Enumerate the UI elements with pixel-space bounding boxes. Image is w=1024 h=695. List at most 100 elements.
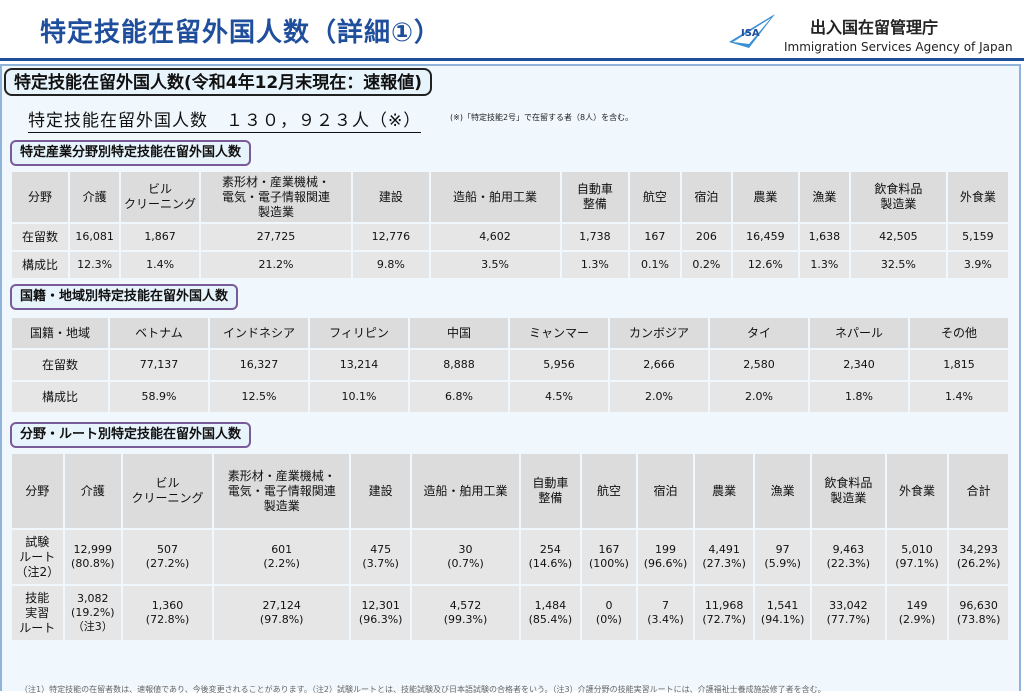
table-cell: 12,776: [353, 224, 429, 250]
route-table: 分野 介護 ビル クリーニング 素形材・産業機械・ 電気・電子情報関連 製造業 …: [10, 452, 1010, 642]
table-cell: 58.9%: [110, 382, 208, 412]
column-header: 合計: [949, 454, 1008, 528]
column-header: 造船・舶用工業: [411, 454, 520, 528]
column-header: 素形材・産業機械・ 電気・電子情報関連 製造業: [214, 454, 350, 528]
row-label: 試験 ルート （注2）: [12, 530, 63, 584]
table-cell: 5,010 (97.1%): [886, 530, 948, 584]
table-cell: 7 (3.4%): [638, 586, 693, 640]
column-header: ビル クリーニング: [121, 172, 199, 222]
table-cell: 199 (96.6%): [638, 530, 693, 584]
table-cell: 475 (3.7%): [351, 530, 410, 584]
column-header: 中国: [410, 318, 508, 348]
column-header: 飲食料品 製造業: [851, 172, 946, 222]
table-header-row: 分野 介護 ビル クリーニング 素形材・産業機械・ 電気・電子情報関連 製造業 …: [12, 454, 1008, 528]
svg-text:ISA: ISA: [741, 28, 760, 39]
table-cell: 16,327: [210, 350, 308, 380]
table-cell: 42,505: [851, 224, 946, 250]
table-cell: 33,042 (77.7%): [811, 586, 885, 640]
table-cell: 4,602: [430, 224, 560, 250]
table-cell: 6.8%: [410, 382, 508, 412]
footer-note: （注1）特定技能の在留者数は、速報値であり、今後変更されることがあります。（注2…: [20, 685, 826, 694]
column-header: インドネシア: [210, 318, 308, 348]
table-cell: 13,214: [310, 350, 408, 380]
table-cell: 96,630 (73.8%): [949, 586, 1008, 640]
column-header: 外食業: [947, 172, 1008, 222]
table-cell: 206: [681, 224, 732, 250]
column-header: フィリピン: [310, 318, 408, 348]
table-cell: 1.8%: [810, 382, 908, 412]
column-header: ベトナム: [110, 318, 208, 348]
table-cell: 2.0%: [710, 382, 808, 412]
table-cell: 21.2%: [200, 252, 352, 278]
agency-name-jp: 出入国在留管理庁: [810, 18, 939, 37]
table-row: 試験 ルート （注2） 12,999 (80.8%) 507 (27.2%) 6…: [12, 530, 1008, 584]
table-cell: 2,580: [710, 350, 808, 380]
table-cell: 5,159: [947, 224, 1008, 250]
table-header-row: 分野 介護 ビル クリーニング 素形材・産業機械・ 電気・電子情報関連 製造業 …: [12, 172, 1008, 222]
table-cell: 2,340: [810, 350, 908, 380]
column-header: 漁業: [755, 454, 810, 528]
table-cell: 601 (2.2%): [214, 530, 350, 584]
table-cell: 1.4%: [910, 382, 1008, 412]
table-cell: 1.3%: [799, 252, 850, 278]
table-cell: 12.3%: [69, 252, 120, 278]
column-header: ミャンマー: [510, 318, 608, 348]
table-cell: 27,124 (97.8%): [214, 586, 350, 640]
table-cell: 167: [630, 224, 680, 250]
table-cell: 507 (27.2%): [123, 530, 212, 584]
row-label: 構成比: [12, 252, 68, 278]
column-header: ネパール: [810, 318, 908, 348]
column-header: 介護: [69, 172, 120, 222]
total-count: 特定技能在留外国人数 １３０，９２３人（※）: [28, 106, 422, 133]
page-title: 特定技能在留外国人数（詳細①）: [40, 18, 442, 48]
table-cell: 16,081: [69, 224, 120, 250]
row-label: 構成比: [12, 382, 108, 412]
table-cell: 1.4%: [121, 252, 199, 278]
table-cell: 149 (2.9%): [886, 586, 948, 640]
table-cell: 3.9%: [947, 252, 1008, 278]
column-header: 飲食料品 製造業: [811, 454, 885, 528]
table-cell: 32.5%: [851, 252, 946, 278]
header-divider: [0, 58, 1024, 61]
column-header: 分野: [12, 454, 63, 528]
table-cell: 12.5%: [210, 382, 308, 412]
table-cell: 9,463 (22.3%): [811, 530, 885, 584]
table-cell: 12.6%: [733, 252, 798, 278]
panel-title: 特定技能在留外国人数(令和4年12月末現在：速報値): [4, 68, 433, 96]
column-header: 素形材・産業機械・ 電気・電子情報関連 製造業: [200, 172, 352, 222]
table-cell: 1.3%: [561, 252, 629, 278]
column-header: 外食業: [886, 454, 948, 528]
nationality-table: 国籍・地域 ベトナム インドネシア フィリピン 中国 ミャンマー カンボジア タ…: [10, 316, 1010, 414]
table-cell: 254 (14.6%): [521, 530, 580, 584]
column-header: 分野: [12, 172, 68, 222]
table-header-row: 国籍・地域 ベトナム インドネシア フィリピン 中国 ミャンマー カンボジア タ…: [12, 318, 1008, 348]
column-header: ビル クリーニング: [123, 454, 212, 528]
column-header: 国籍・地域: [12, 318, 108, 348]
section2-title: 国籍・地域別特定技能在留外国人数: [10, 284, 239, 310]
table-cell: 1,738: [561, 224, 629, 250]
table-cell: 12,999 (80.8%): [64, 530, 122, 584]
table-cell: 8,888: [410, 350, 508, 380]
table-cell: 12,301 (96.3%): [351, 586, 410, 640]
column-header: 自動車 整備: [521, 454, 580, 528]
table-cell: 10.1%: [310, 382, 408, 412]
column-header: その他: [910, 318, 1008, 348]
row-label: 技能 実習 ルート: [12, 586, 63, 640]
table-cell: 11,968 (72.7%): [694, 586, 754, 640]
table-cell: 1,541 (94.1%): [755, 586, 810, 640]
table-cell: 2,666: [610, 350, 708, 380]
table-cell: 167 (100%): [581, 530, 637, 584]
table-cell: 0 (0%): [581, 586, 637, 640]
column-header: 農業: [694, 454, 754, 528]
table-row: 構成比 58.9% 12.5% 10.1% 6.8% 4.5% 2.0% 2.0…: [12, 382, 1008, 412]
table-cell: 16,459: [733, 224, 798, 250]
table-cell: 4.5%: [510, 382, 608, 412]
column-header: カンボジア: [610, 318, 708, 348]
section3-title: 分野・ルート別特定技能在留外国人数: [10, 422, 252, 448]
table-row: 在留数 16,081 1,867 27,725 12,776 4,602 1,7…: [12, 224, 1008, 250]
table-cell: 30 (0.7%): [411, 530, 520, 584]
table-cell: 9.8%: [353, 252, 429, 278]
column-header: 漁業: [799, 172, 850, 222]
table-cell: 77,137: [110, 350, 208, 380]
table-row: 在留数 77,137 16,327 13,214 8,888 5,956 2,6…: [12, 350, 1008, 380]
